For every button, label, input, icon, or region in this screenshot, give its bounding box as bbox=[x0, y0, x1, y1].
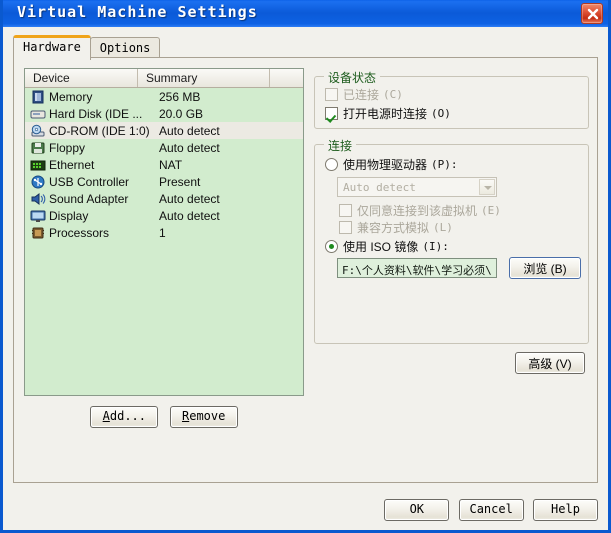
browse-button-label: 浏览 (B) bbox=[523, 262, 567, 276]
close-icon[interactable] bbox=[581, 3, 603, 24]
browse-button[interactable]: 浏览 (B) bbox=[509, 257, 581, 279]
device-name-cell: Hard Disk (IDE ... bbox=[49, 106, 143, 121]
use-physical-drive-label: 使用物理驱动器 bbox=[343, 158, 428, 172]
iso-path-value: F:\个人资料\软件\学习必须\ bbox=[342, 264, 492, 277]
device-list-header: Device Summary bbox=[25, 69, 303, 88]
table-row[interactable]: Processors 1 bbox=[25, 224, 303, 241]
advanced-button-label: 高级 (V) bbox=[528, 357, 572, 371]
table-row[interactable]: Hard Disk (IDE ... 20.0 GB bbox=[25, 105, 303, 122]
column-header-summary[interactable]: Summary bbox=[138, 69, 270, 87]
device-list-buttons: Add... Remove bbox=[24, 406, 304, 428]
connected-label: 已连接 bbox=[343, 88, 380, 102]
device-summary-cell: NAT bbox=[159, 157, 183, 172]
legacy-emulation-mnemonic: (L) bbox=[433, 221, 453, 234]
device-settings-panel: 设备状态 已连接 (C) 打开电源时连接 (O) 连接 使用物理驱动器 (P):… bbox=[314, 66, 589, 476]
table-row[interactable]: Floppy Auto detect bbox=[25, 139, 303, 156]
device-status-group: 设备状态 已连接 (C) 打开电源时连接 (O) bbox=[314, 69, 589, 129]
window-title: Virtual Machine Settings bbox=[17, 3, 258, 21]
device-name-cell: CD-ROM (IDE 1:0) bbox=[49, 123, 150, 138]
connected-checkbox-row[interactable]: 已连接 (C) bbox=[325, 86, 403, 103]
physical-drive-combo-value: Auto detect bbox=[343, 181, 416, 194]
table-row[interactable]: Display Auto detect bbox=[25, 207, 303, 224]
tab-hardware-label: Hardware bbox=[23, 40, 81, 54]
floppy-icon bbox=[30, 141, 46, 155]
device-name-cell: USB Controller bbox=[49, 174, 130, 189]
use-iso-image-radio[interactable] bbox=[325, 240, 338, 253]
iso-path-input[interactable]: F:\个人资料\软件\学习必须\ bbox=[337, 258, 497, 278]
connect-at-power-on-mnemonic: (O) bbox=[431, 107, 451, 120]
usb-controller-icon bbox=[30, 175, 46, 189]
use-iso-image-label: 使用 ISO 镜像 bbox=[343, 240, 419, 254]
sound-adapter-icon bbox=[30, 192, 46, 206]
virtual-machine-settings-window: Virtual Machine Settings Hardware Option… bbox=[0, 0, 611, 533]
ok-button[interactable]: OK bbox=[384, 499, 450, 521]
dialog-footer: OK Cancel Help bbox=[378, 499, 598, 521]
table-row[interactable]: CD-ROM (IDE 1:0) Auto detect bbox=[25, 122, 303, 139]
device-list-rows: Memory 256 MB Hard Disk (IDE ... 20.0 GB CD-… bbox=[25, 88, 303, 395]
cd-rom-icon bbox=[30, 124, 46, 138]
connection-group: 连接 使用物理驱动器 (P): Auto detect 仅同意连接到该虚拟机 (… bbox=[314, 137, 589, 344]
exclusive-label: 仅同意连接到该虚拟机 bbox=[357, 204, 478, 218]
dialog-body: Hardware Options Device Summary Memory 25… bbox=[3, 27, 608, 530]
exclusive-mnemonic: (E) bbox=[481, 204, 501, 217]
hardware-tab-page: Device Summary Memory 256 MB Hard Disk (ID… bbox=[13, 57, 598, 483]
exclusive-checkbox bbox=[339, 204, 352, 217]
physical-drive-combo: Auto detect bbox=[337, 177, 497, 197]
remove-button[interactable]: Remove bbox=[169, 406, 238, 428]
device-name-cell: Memory bbox=[49, 89, 93, 104]
device-summary-cell: Auto detect bbox=[159, 208, 220, 223]
title-bar: Virtual Machine Settings bbox=[3, 0, 608, 28]
cancel-button[interactable]: Cancel bbox=[458, 499, 524, 521]
device-summary-cell: 1 bbox=[159, 225, 166, 240]
table-row[interactable]: Sound Adapter Auto detect bbox=[25, 190, 303, 207]
device-status-group-label: 设备状态 bbox=[324, 69, 381, 86]
ethernet-icon bbox=[30, 158, 46, 172]
add-button-label: dd... bbox=[109, 409, 146, 423]
memory-icon bbox=[30, 90, 46, 104]
device-summary-cell: 20.0 GB bbox=[159, 106, 204, 121]
connection-group-label: 连接 bbox=[324, 137, 357, 154]
column-header-device[interactable]: Device bbox=[25, 69, 138, 87]
connect-at-power-on-label: 打开电源时连接 bbox=[343, 107, 428, 121]
use-physical-drive-radio[interactable] bbox=[325, 158, 338, 171]
chevron-down-icon bbox=[479, 179, 495, 195]
device-name-cell: Ethernet bbox=[49, 157, 95, 172]
device-name-cell: Floppy bbox=[49, 140, 86, 155]
device-list[interactable]: Device Summary Memory 256 MB Hard Disk (ID… bbox=[24, 68, 304, 396]
hard-disk-icon bbox=[30, 107, 46, 121]
device-summary-cell: 256 MB bbox=[159, 89, 201, 104]
device-name-cell: Processors bbox=[49, 225, 110, 240]
table-row[interactable]: Ethernet NAT bbox=[25, 156, 303, 173]
legacy-emulation-checkbox bbox=[339, 221, 352, 234]
remove-button-label: emove bbox=[189, 409, 226, 423]
device-summary-cell: Present bbox=[159, 174, 201, 189]
legacy-emulation-label: 兼容方式模拟 bbox=[357, 221, 430, 235]
connect-at-power-on-row[interactable]: 打开电源时连接 (O) bbox=[325, 105, 451, 122]
processors-icon bbox=[30, 226, 46, 240]
table-row[interactable]: USB Controller Present bbox=[25, 173, 303, 190]
tab-strip: Hardware Options bbox=[13, 35, 161, 60]
connect-at-power-on-checkbox[interactable] bbox=[325, 107, 338, 120]
legacy-emulation-row: 兼容方式模拟 (L) bbox=[339, 219, 453, 236]
device-summary-cell: Auto detect bbox=[159, 191, 220, 206]
add-button[interactable]: Add... bbox=[90, 406, 159, 428]
tab-options-label: Options bbox=[99, 41, 151, 55]
device-summary-cell: Auto detect bbox=[159, 140, 220, 155]
device-summary-cell: Auto detect bbox=[159, 123, 220, 138]
connected-checkbox bbox=[325, 88, 338, 101]
device-name-cell: Sound Adapter bbox=[49, 191, 129, 206]
column-header-blank[interactable] bbox=[270, 69, 303, 87]
use-iso-image-mnemonic: (I): bbox=[422, 240, 449, 253]
use-iso-image-row[interactable]: 使用 ISO 镜像 (I): bbox=[325, 238, 449, 255]
use-physical-drive-mnemonic: (P): bbox=[431, 158, 458, 171]
use-physical-drive-row[interactable]: 使用物理驱动器 (P): bbox=[325, 156, 458, 173]
connected-mnemonic: (C) bbox=[383, 88, 403, 101]
display-icon bbox=[30, 209, 46, 223]
tab-hardware[interactable]: Hardware bbox=[13, 35, 91, 60]
exclusive-checkbox-row: 仅同意连接到该虚拟机 (E) bbox=[339, 202, 501, 219]
table-row[interactable]: Memory 256 MB bbox=[25, 88, 303, 105]
help-button[interactable]: Help bbox=[533, 499, 598, 521]
device-name-cell: Display bbox=[49, 208, 89, 223]
advanced-button[interactable]: 高级 (V) bbox=[515, 352, 585, 374]
